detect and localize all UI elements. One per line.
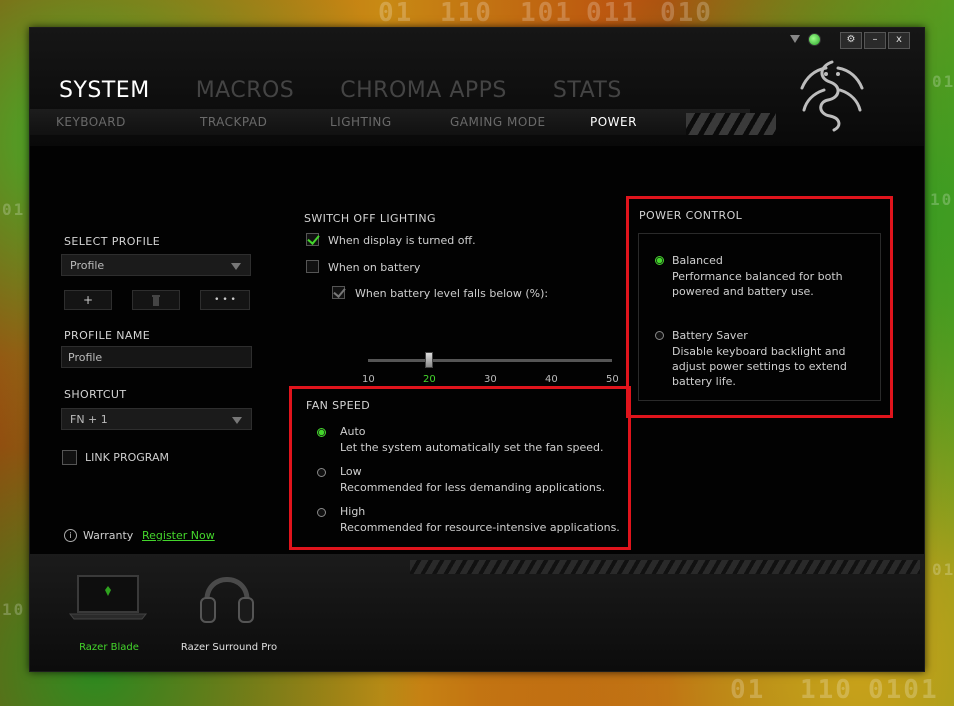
bg-bits: 10 xyxy=(2,600,26,619)
decorative-stripes xyxy=(686,113,776,135)
settings-button[interactable]: ⚙ xyxy=(840,32,862,49)
synapse-window: ⚙ – x SYSTEM MACROS CHROMA APPS STATS KE… xyxy=(29,27,925,672)
fan-speed-title: FAN SPEED xyxy=(306,399,371,412)
bg-bits: 010 xyxy=(660,0,713,28)
profile-name-input[interactable]: Profile xyxy=(61,346,252,368)
fan-auto-radio[interactable] xyxy=(317,428,326,437)
fan-high-radio[interactable] xyxy=(317,508,326,517)
warranty-label: Warranty xyxy=(83,529,134,542)
fan-auto-label: Auto xyxy=(340,425,366,438)
battery-saver-desc-1: Disable keyboard backlight and xyxy=(672,345,846,358)
slider-tick: 10 xyxy=(362,374,375,385)
register-now-link[interactable]: Register Now xyxy=(142,529,215,542)
tab-system[interactable]: SYSTEM xyxy=(59,78,150,103)
subtab-trackpad[interactable]: TRACKPAD xyxy=(200,115,330,129)
device-bar: Razer Blade Razer Surround Pro xyxy=(30,554,924,671)
battery-saver-radio[interactable] xyxy=(655,331,664,340)
balanced-desc-1: Performance balanced for both xyxy=(672,270,843,283)
bg-bits: 10 xyxy=(930,190,954,209)
minimize-button[interactable]: – xyxy=(864,32,886,49)
battery-level-slider[interactable] xyxy=(368,359,612,362)
slider-tick: 20 xyxy=(423,374,436,385)
laptop-icon xyxy=(68,575,148,620)
subtab-lighting[interactable]: LIGHTING xyxy=(330,115,450,129)
razer-blade-device[interactable]: Razer Blade xyxy=(68,574,150,674)
subtab-keyboard[interactable]: KEYBOARD xyxy=(56,115,200,129)
battery-level-label: When battery level falls below (%): xyxy=(355,287,549,300)
battery-level-checkbox[interactable] xyxy=(332,286,345,299)
subtab-gaming-mode[interactable]: GAMING MODE xyxy=(450,115,590,129)
link-program-checkbox[interactable] xyxy=(62,450,77,465)
slider-tick: 50 xyxy=(606,374,619,385)
chevron-down-icon xyxy=(231,263,241,270)
battery-saver-desc-2: adjust power settings to extend xyxy=(672,360,847,373)
profile-select-value: Profile xyxy=(70,259,105,272)
fan-low-radio[interactable] xyxy=(317,468,326,477)
add-profile-button[interactable]: + xyxy=(64,290,112,310)
decorative-stripes xyxy=(410,560,920,574)
fan-low-label: Low xyxy=(340,465,362,478)
power-settings-panel: SELECT PROFILE Profile + • • • PROFILE N… xyxy=(30,146,924,554)
window-controls: ⚙ – x xyxy=(840,32,910,49)
tab-chroma-apps[interactable]: CHROMA APPS xyxy=(340,78,507,103)
tab-stats[interactable]: STATS xyxy=(553,78,622,103)
online-status-icon[interactable] xyxy=(808,33,821,46)
power-control-title: POWER CONTROL xyxy=(639,209,743,222)
on-battery-checkbox[interactable] xyxy=(306,260,319,273)
slider-tick: 40 xyxy=(545,374,558,385)
tab-macros[interactable]: MACROS xyxy=(196,78,295,103)
bg-bits: 110 xyxy=(800,675,853,705)
balanced-label: Balanced xyxy=(672,254,723,267)
shortcut-select[interactable]: FN + 1 xyxy=(61,408,252,430)
main-tabs: SYSTEM MACROS CHROMA APPS STATS xyxy=(59,78,622,103)
razer-surround-pro-label: Razer Surround Pro xyxy=(180,642,278,653)
profile-select[interactable]: Profile xyxy=(61,254,251,276)
bg-bits: 01 xyxy=(378,0,414,28)
display-off-checkbox[interactable] xyxy=(306,233,319,246)
title-bar: ⚙ – x SYSTEM MACROS CHROMA APPS STATS KE… xyxy=(30,28,924,146)
delete-profile-button[interactable] xyxy=(132,290,180,310)
dropdown-triangle-icon[interactable] xyxy=(790,35,800,43)
razer-logo-icon xyxy=(800,60,864,132)
info-icon: i xyxy=(64,529,77,542)
shortcut-select-value: FN + 1 xyxy=(70,413,108,426)
slider-tick: 30 xyxy=(484,374,497,385)
fan-high-desc: Recommended for resource-intensive appli… xyxy=(340,521,620,534)
sub-tabs: KEYBOARD TRACKPAD LIGHTING GAMING MODE P… xyxy=(56,115,637,129)
razer-surround-pro-device[interactable]: Razer Surround Pro xyxy=(175,562,283,674)
bg-bits: 101 xyxy=(520,0,573,28)
bg-bits: 01 xyxy=(932,560,954,579)
more-options-button[interactable]: • • • xyxy=(200,290,250,310)
bg-bits: 01 xyxy=(730,675,766,705)
fan-low-desc: Recommended for less demanding applicati… xyxy=(340,481,606,494)
on-battery-label: When on battery xyxy=(328,261,421,274)
sub-tab-bar: KEYBOARD TRACKPAD LIGHTING GAMING MODE P… xyxy=(30,109,924,135)
switch-off-lighting-title: SWITCH OFF LIGHTING xyxy=(304,212,436,225)
close-button[interactable]: x xyxy=(888,32,910,49)
fan-high-label: High xyxy=(340,505,366,518)
bg-bits: 0101 xyxy=(868,675,939,705)
battery-saver-desc-3: battery life. xyxy=(672,375,736,388)
battery-saver-label: Battery Saver xyxy=(672,329,748,342)
display-off-label: When display is turned off. xyxy=(328,234,476,247)
trash-icon xyxy=(152,295,160,306)
fan-auto-desc: Let the system automatically set the fan… xyxy=(340,441,604,454)
subtab-power[interactable]: POWER xyxy=(590,115,637,129)
razer-blade-label: Razer Blade xyxy=(79,642,139,653)
chevron-down-icon xyxy=(232,417,242,424)
profile-name-label: PROFILE NAME xyxy=(64,329,151,342)
bg-bits: 01 xyxy=(932,72,954,91)
balanced-desc-2: powered and battery use. xyxy=(672,285,814,298)
balanced-radio[interactable] xyxy=(655,256,664,265)
headset-icon xyxy=(200,577,254,623)
link-program-label: LINK PROGRAM xyxy=(85,451,169,464)
bg-bits: 110 xyxy=(440,0,493,28)
bg-bits: 011 xyxy=(586,0,639,28)
bg-bits: 01 xyxy=(2,200,26,219)
shortcut-label: SHORTCUT xyxy=(64,388,127,401)
select-profile-label: SELECT PROFILE xyxy=(64,235,161,248)
slider-thumb[interactable] xyxy=(425,352,433,368)
